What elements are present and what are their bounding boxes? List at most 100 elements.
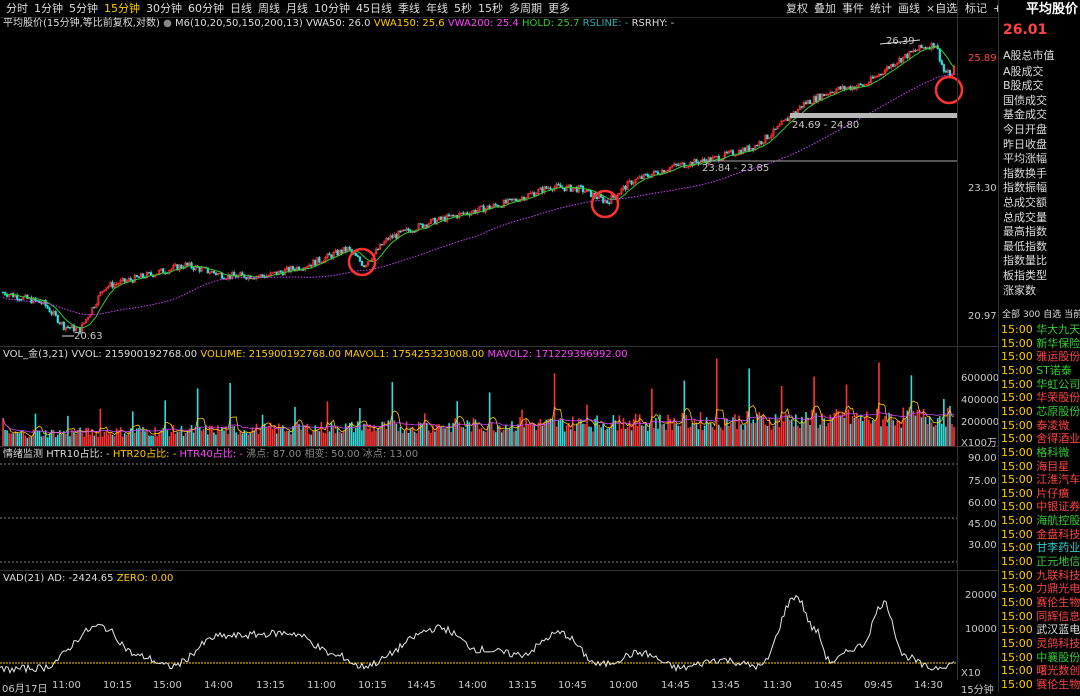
pane-separator[interactable]: [0, 446, 998, 447]
stock-name: 泰凌微: [1036, 418, 1070, 432]
stock-list-item[interactable]: 15:00 赛伦生物: [1001, 596, 1080, 609]
volume-bar: [371, 431, 373, 446]
metric-item: 国债成交: [1003, 93, 1047, 107]
volume-bar: [584, 423, 586, 446]
volume-bar: [401, 433, 404, 446]
stock-list-item[interactable]: 15:00 九联科技: [1001, 569, 1080, 582]
volume-bar: [397, 430, 400, 446]
emotion-axis-label: 75.00: [968, 476, 997, 487]
pane-separator[interactable]: [0, 346, 998, 347]
volume-bar: [146, 430, 148, 446]
candle-body: [859, 83, 862, 86]
stock-list-item[interactable]: 15:00 灵鸽科技: [1001, 637, 1080, 650]
time-axis-label: 11:00: [307, 680, 336, 691]
highlight-circle: [934, 75, 964, 105]
stock-list-item[interactable]: 15:00 华大九天: [1001, 323, 1080, 336]
time-axis-label: 15:00: [153, 680, 182, 691]
volume-bar: [16, 432, 19, 446]
stock-list-item[interactable]: 15:00 片仔癀: [1001, 487, 1069, 500]
candle-body: [395, 234, 398, 239]
candle-body: [56, 314, 59, 323]
metric-item: A股总市值: [1003, 49, 1055, 62]
volume-bar: [803, 423, 805, 446]
candle-body: [815, 96, 818, 102]
volume-bar: [403, 430, 406, 446]
stock-list-item[interactable]: 15:00 雅运股份: [1001, 350, 1080, 363]
stock-list-item[interactable]: 15:00 华虹公司: [1001, 378, 1080, 391]
stock-list-item[interactable]: 15:00 金盘科技: [1001, 528, 1080, 541]
volume-bar: [395, 423, 398, 446]
volume-bar: [150, 435, 152, 446]
volume-bar: [44, 430, 47, 446]
stock-list-item[interactable]: 15:00 江淮汽车: [1001, 473, 1080, 486]
candle-body: [717, 155, 720, 162]
volume-bar: [14, 431, 16, 446]
candle-body: [220, 272, 224, 279]
high-price-label: 26.39: [886, 36, 915, 47]
price-axis-label: 25.89: [968, 53, 997, 64]
candle-body: [545, 186, 548, 189]
stock-list-item[interactable]: 15:00 泰凌微: [1001, 419, 1069, 432]
stock-list-item[interactable]: 15:00 正元地信: [1001, 555, 1080, 568]
pane-separator[interactable]: [0, 570, 998, 571]
stock-list-item[interactable]: 15:00 ST诺泰: [1001, 364, 1072, 377]
volume-bar: [200, 430, 203, 446]
candle-body: [640, 176, 643, 179]
stock-list-item[interactable]: 15:00 同辉信息: [1001, 610, 1080, 623]
stock-time: 15:00: [1001, 527, 1037, 541]
stock-list-item[interactable]: 15:00 舍得酒业: [1001, 432, 1080, 445]
time-unit-label[interactable]: 15分钟: [961, 681, 994, 696]
volume-bar: [215, 434, 217, 446]
volume-bar: [474, 419, 477, 446]
mavol1-value: MAVOL1: 175425323008.00: [344, 349, 485, 360]
volume-bar: [174, 433, 177, 446]
volume-bar: [565, 425, 568, 446]
stock-list-item[interactable]: 15:00 新华保险: [1001, 337, 1080, 350]
stock-tab[interactable]: 300: [1023, 310, 1040, 320]
volume-bar: [604, 429, 607, 446]
candle-body: [766, 134, 769, 140]
stock-time: 15:00: [1001, 582, 1037, 596]
volume-bar: [586, 404, 588, 446]
volume-bar: [417, 421, 420, 446]
volume-bar: [472, 418, 475, 446]
volume-bar: [18, 433, 21, 446]
time-axis-label: 13:45: [711, 680, 740, 691]
stock-list-item[interactable]: 15:00 武汉蓝电: [1001, 623, 1080, 636]
stock-list-item[interactable]: 15:00 中银证券: [1001, 500, 1080, 513]
stock-name: 武汉蓝电: [1036, 623, 1080, 637]
volume-bar: [482, 430, 485, 446]
candle-body: [819, 93, 822, 101]
stock-time: 15:00: [1001, 459, 1037, 473]
volume-indicator-name: VOL_金(3,21): [3, 349, 69, 360]
volume-bar: [361, 430, 363, 446]
time-axis-label: 13:15: [508, 680, 537, 691]
stock-list-item[interactable]: 15:00 海航控股: [1001, 514, 1080, 527]
volume-bar: [340, 433, 343, 446]
volume-bar: [720, 427, 722, 446]
stock-tab[interactable]: 自选: [1043, 310, 1061, 320]
highlight-circle: [590, 189, 620, 219]
stock-list-item[interactable]: 15:00 力鼎光电: [1001, 582, 1080, 595]
candle-body: [861, 84, 864, 87]
volume-bar: [642, 426, 645, 446]
volume-bar: [671, 429, 673, 446]
stock-time: 15:00: [1001, 363, 1037, 377]
volume-bar: [342, 430, 345, 446]
stock-list-item[interactable]: 15:00 芯原股份: [1001, 405, 1080, 418]
stock-list-item[interactable]: 15:00 格科微: [1001, 446, 1069, 459]
volume-bar: [503, 429, 505, 446]
stock-list-item[interactable]: 15:00 甘李药业: [1001, 541, 1080, 554]
stock-list-item[interactable]: 15:00 赛伦生物: [1001, 678, 1080, 691]
volume-bar: [930, 422, 933, 446]
stock-tab[interactable]: 全部: [1002, 310, 1020, 320]
volume-bar: [344, 423, 347, 446]
stock-list-item[interactable]: 15:00 海目星: [1001, 460, 1069, 473]
candle-body: [940, 60, 943, 65]
stock-list-item[interactable]: 15:00 华荣股份: [1001, 391, 1080, 404]
stock-tab[interactable]: 当前: [1064, 310, 1080, 320]
volume-bar: [314, 425, 317, 446]
stock-list-item[interactable]: 15:00 曙光数创: [1001, 664, 1080, 677]
stock-list-item[interactable]: 15:00 中襄股份: [1001, 651, 1080, 664]
volume-bar: [563, 431, 566, 446]
